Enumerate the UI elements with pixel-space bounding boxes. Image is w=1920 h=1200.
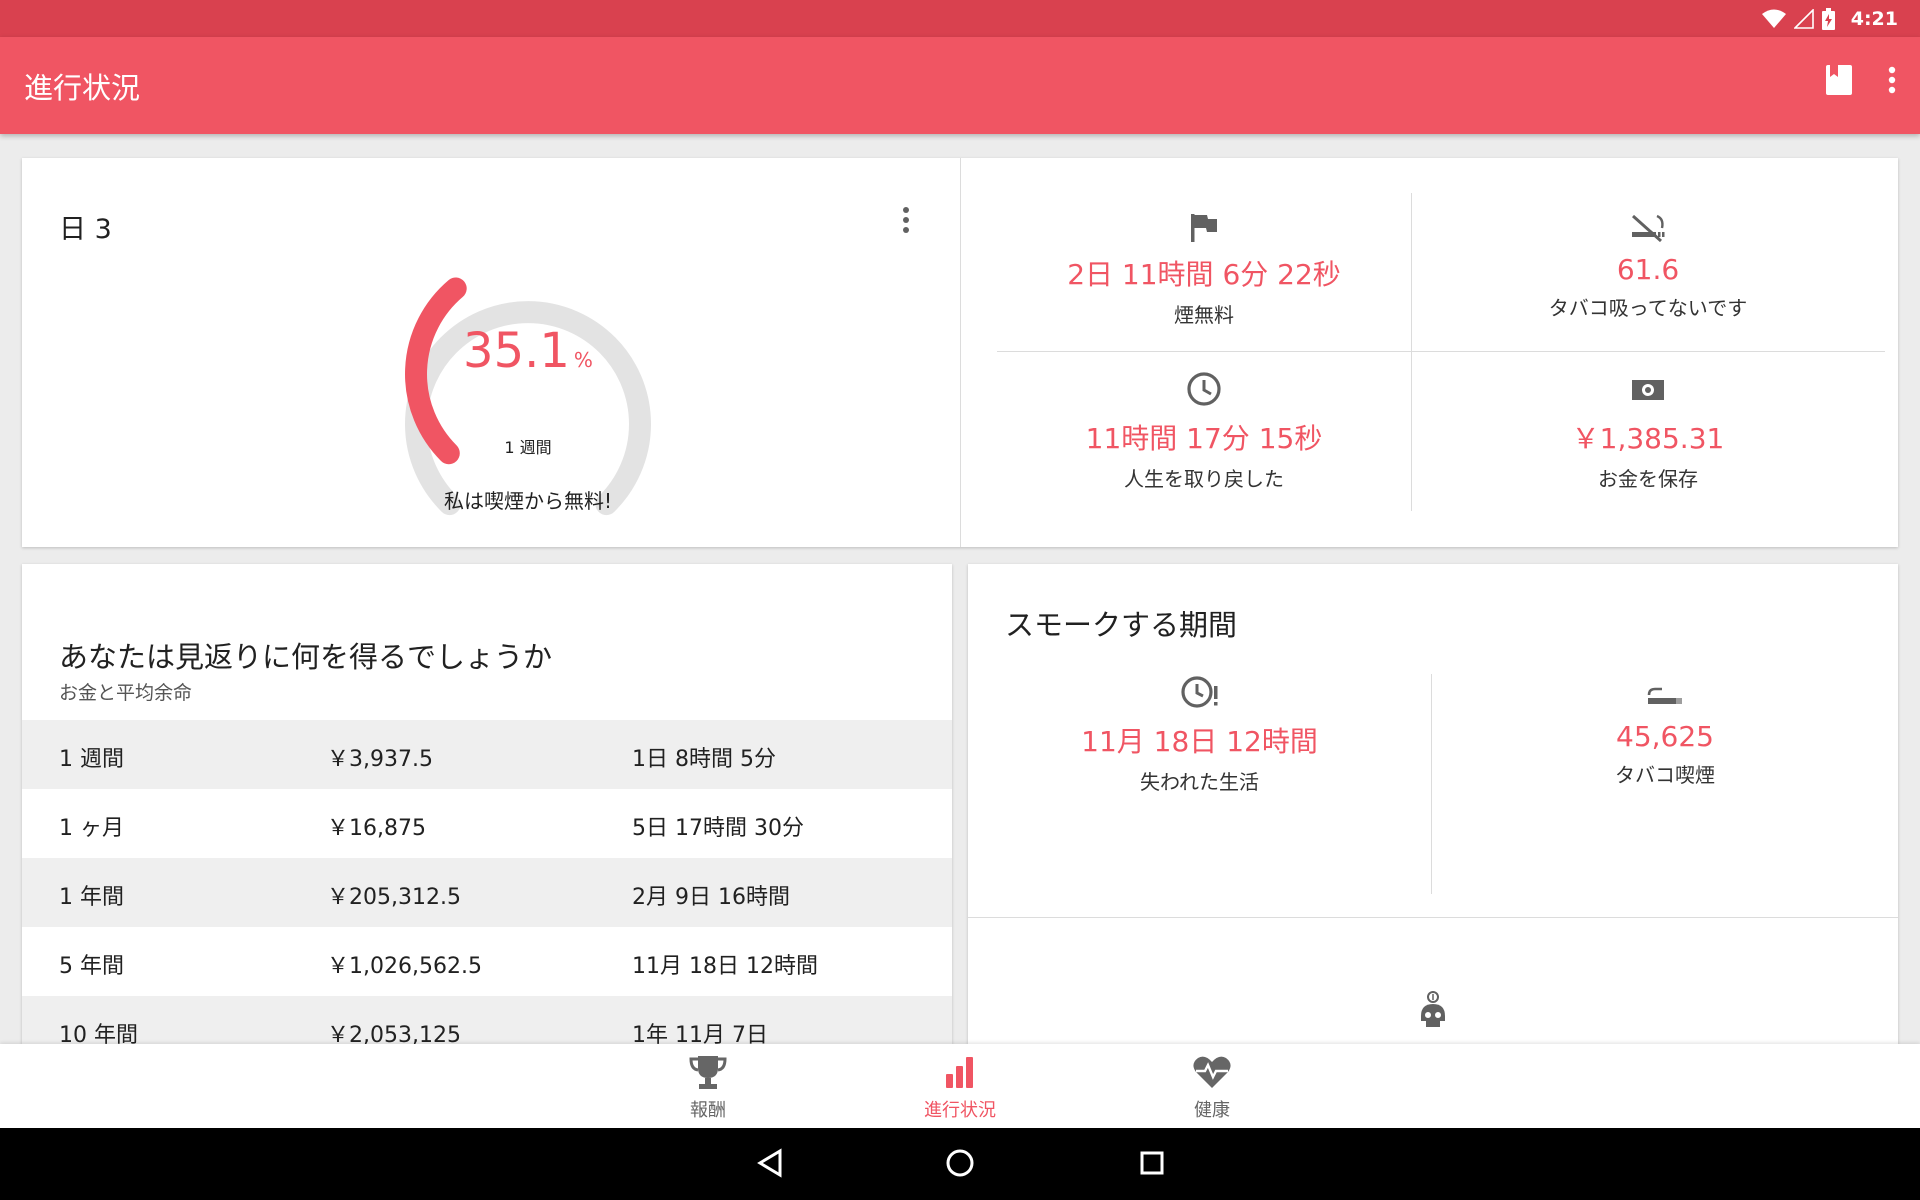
stat-label: 人生を取り戻した	[1124, 467, 1284, 491]
stat-label: お金を保存	[1598, 467, 1698, 491]
stat-money-saved: ￥1,385.31 お金を保存	[1411, 371, 1885, 492]
row-period: 1 年間	[59, 885, 124, 910]
skull-money-icon	[1421, 991, 1445, 1027]
flag-icon	[1191, 214, 1217, 242]
gauge-percent: 35.1%	[377, 323, 679, 379]
money-icon	[1632, 380, 1664, 400]
row-life: 5日 17時間 30分	[632, 816, 804, 841]
row-life: 2月 9日 16時間	[632, 885, 790, 910]
rewards-table: 1 週間 ￥3,937.5 1日 8時間 5分 1 ヶ月 ￥16,875 5日 …	[22, 720, 952, 1044]
row-money: ￥3,937.5	[327, 747, 433, 772]
card-divider	[960, 158, 961, 547]
row-life: 1年 11月 7日	[632, 1023, 768, 1044]
stat-label: タバコ吸ってないです	[1548, 296, 1748, 320]
row-money: ￥205,312.5	[327, 885, 461, 910]
stat-cigarettes-not-smoked: 61.6 タバコ吸ってないです	[1411, 213, 1885, 321]
more-vert-icon[interactable]	[1888, 66, 1896, 94]
wifi-icon	[1761, 9, 1786, 28]
row-period: 1 ヶ月	[59, 816, 124, 841]
stat-life-regained: 11時間 17分 15秒 人生を取り戻した	[997, 371, 1411, 492]
back-icon[interactable]	[756, 1148, 784, 1178]
day-counter: 日 3	[59, 214, 112, 245]
stat-value: 61.6	[1616, 253, 1680, 286]
nav-item-health[interactable]: 健康	[1142, 1054, 1282, 1122]
status-icons: 4:21	[1761, 0, 1898, 37]
stat-life-lost: 11月 18日 12時間 失われた生活	[968, 674, 1431, 795]
card-menu-icon[interactable]	[902, 206, 910, 234]
table-row: 5 年間 ￥1,026,562.5 11月 18日 12時間	[22, 927, 952, 996]
rewards-card: あなたは見返りに何を得るでしょうか お金と平均余命 1 週間 ￥3,937.5 …	[22, 564, 952, 1044]
app-bar: 進行状況	[0, 37, 1920, 134]
gauge-percent-value: 35.1	[463, 323, 570, 379]
table-row: 1 週間 ￥3,937.5 1日 8時間 5分	[22, 720, 952, 789]
row-life: 11月 18日 12時間	[632, 954, 818, 979]
stat-value: 45,625	[1616, 720, 1714, 753]
trophy-icon	[689, 1056, 727, 1089]
row-life: 1日 8時間 5分	[632, 747, 776, 772]
rewards-title: あなたは見返りに何を得るでしょうか	[59, 640, 553, 674]
bar-chart-icon	[946, 1057, 973, 1088]
rewards-subtitle: お金と平均余命	[59, 682, 193, 704]
nav-item-rewards[interactable]: 報酬	[638, 1054, 778, 1122]
table-row: 1 ヶ月 ￥16,875 5日 17時間 30分	[22, 789, 952, 858]
nav-label: 進行状況	[924, 1100, 996, 1121]
progress-card: 日 3 35.1% 1 週間 私は喫煙から無料! 2日 11時間 6分 22秒 …	[22, 158, 1898, 547]
smoking-title: スモークする期間	[1005, 608, 1238, 642]
nav-item-progress[interactable]: 進行状況	[890, 1054, 1030, 1122]
gauge-caption: 私は喫煙から無料!	[443, 489, 613, 513]
recents-icon[interactable]	[1139, 1148, 1165, 1178]
page-title: 進行状況	[24, 71, 141, 105]
stat-value: 2日 11時間 6分 22秒	[1067, 258, 1341, 291]
bottom-navigation: 報酬 進行状況 健康	[0, 1044, 1920, 1128]
stat-label: 煙無料	[1174, 303, 1234, 327]
bookmark-icon[interactable]	[1826, 65, 1852, 95]
stats-divider-horizontal	[997, 351, 1885, 352]
stat-label: 失われた生活	[1140, 770, 1259, 794]
table-row: 1 年間 ￥205,312.5 2月 9日 16時間	[22, 858, 952, 927]
row-money: ￥2,053,125	[327, 1023, 461, 1044]
heart-pulse-icon	[1193, 1056, 1231, 1088]
cigarette-icon	[1647, 687, 1682, 704]
row-period: 10 年間	[59, 1023, 138, 1044]
no-signal-icon	[1793, 8, 1814, 29]
stat-smoke-free: 2日 11時間 6分 22秒 煙無料	[997, 213, 1411, 328]
battery-charging-icon	[1821, 7, 1835, 30]
smoking-divider-horizontal	[968, 917, 1898, 918]
nav-label: 報酬	[690, 1100, 726, 1121]
system-navigation-bar	[0, 1128, 1920, 1200]
stat-value: 11月 18日 12時間	[1081, 725, 1318, 758]
status-bar: 4:21	[0, 0, 1920, 37]
home-icon[interactable]	[945, 1148, 975, 1178]
row-money: ￥16,875	[327, 816, 426, 841]
stat-value: 11時間 17分 15秒	[1085, 422, 1323, 455]
nav-label: 健康	[1194, 1100, 1230, 1121]
row-period: 5 年間	[59, 954, 124, 979]
gauge-percent-unit: %	[573, 348, 593, 372]
stat-value: ￥1,385.31	[1571, 422, 1725, 455]
gauge-period: 1 週間	[504, 438, 552, 457]
row-money: ￥1,026,562.5	[327, 954, 482, 979]
stat-cigarettes-smoked: 45,625 タバコ喫煙	[1432, 674, 1898, 788]
no-smoking-icon	[1632, 214, 1665, 243]
app-bar-actions	[1826, 65, 1896, 95]
stat-label: タバコ喫煙	[1615, 763, 1715, 787]
clock-icon	[1187, 372, 1221, 406]
clock-alert-icon	[1180, 676, 1217, 708]
row-period: 1 週間	[59, 747, 124, 772]
table-row: 10 年間 ￥2,053,125 1年 11月 7日	[22, 996, 952, 1044]
status-time: 4:21	[1850, 7, 1898, 30]
smoking-period-card: スモークする期間 11月 18日 12時間 失われた生活 45,625 タバコ喫…	[968, 564, 1898, 1044]
